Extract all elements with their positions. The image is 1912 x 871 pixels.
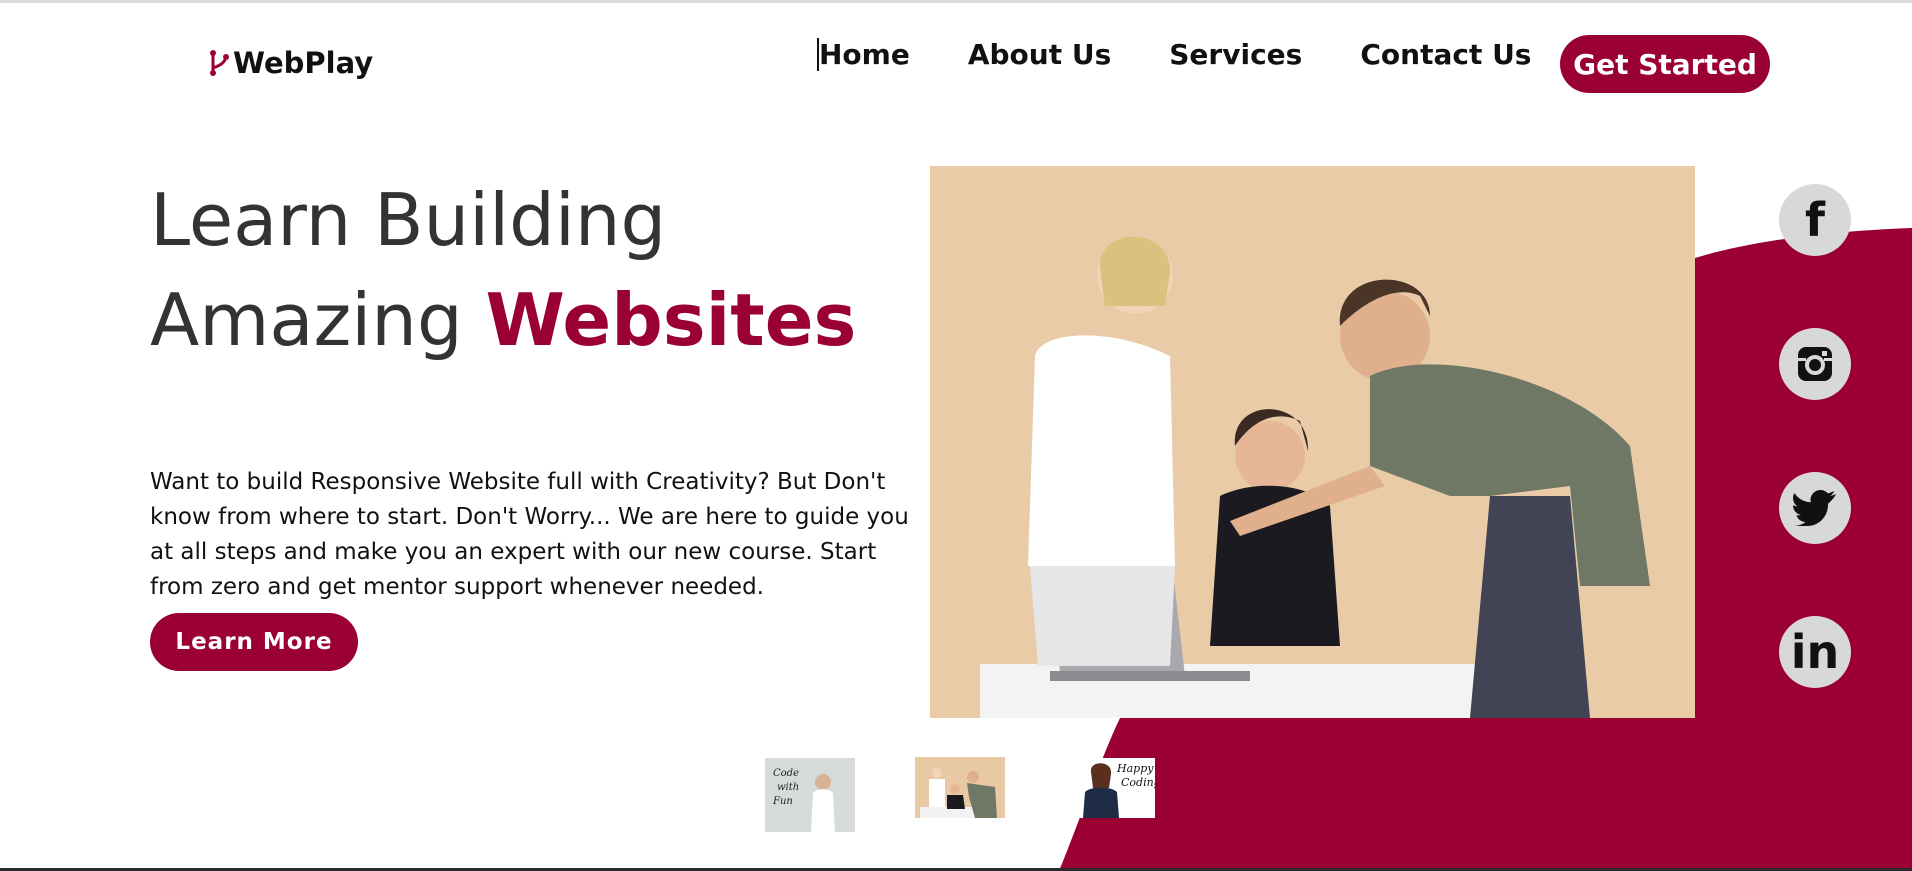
facebook-icon[interactable]: f <box>1779 184 1851 256</box>
twitter-icon[interactable] <box>1779 472 1851 544</box>
thumbnail-2[interactable] <box>915 757 1005 818</box>
instagram-glyph <box>1798 347 1832 381</box>
hero-image <box>930 166 1695 718</box>
learn-more-button[interactable]: Learn More <box>150 613 358 671</box>
linkedin-glyph: in <box>1790 625 1840 679</box>
headline-plain: Amazing <box>150 278 486 362</box>
headline-line-2: Amazing Websites <box>150 270 856 370</box>
thumbnail-1[interactable]: Code with Fun <box>765 758 855 832</box>
twitter-glyph <box>1793 490 1836 526</box>
instagram-icon[interactable] <box>1779 328 1851 400</box>
get-started-button[interactable]: Get Started <box>1560 35 1770 93</box>
thumbnail-1-caption: Code <box>773 768 799 779</box>
logo[interactable]: WebPlay <box>207 46 373 80</box>
nav-services[interactable]: Services <box>1169 38 1302 71</box>
nav-contact-us[interactable]: Contact Us <box>1360 38 1531 71</box>
brand-name: WebPlay <box>233 46 374 80</box>
main-nav: Home About Us Services Contact Us <box>817 38 1589 71</box>
thumbnail-3-caption: Happy <box>1116 762 1154 775</box>
svg-text:Coding: Coding <box>1121 776 1155 789</box>
hero-description: Want to build Responsive Website full wi… <box>150 469 909 600</box>
headline-line-1: Learn Building <box>150 178 667 262</box>
nav-home[interactable]: Home <box>817 38 910 71</box>
facebook-glyph: f <box>1804 193 1825 247</box>
nav-about-us[interactable]: About Us <box>968 38 1111 71</box>
thumbnail-3[interactable]: Happy Coding <box>1075 758 1155 818</box>
svg-text:with: with <box>777 782 799 793</box>
svg-text:Fun: Fun <box>772 796 793 807</box>
hero-headline: Learn Building Amazing Websites <box>150 170 856 370</box>
linkedin-icon[interactable]: in <box>1779 616 1851 688</box>
headline-accent: Websites <box>485 278 857 362</box>
logo-icon <box>210 50 229 76</box>
